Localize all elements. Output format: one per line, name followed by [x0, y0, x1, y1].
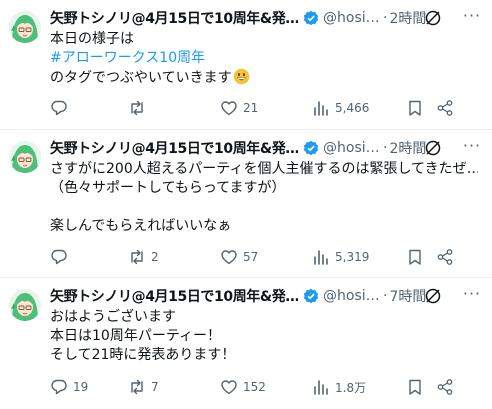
analytics-icon — [314, 380, 328, 395]
post-actions: 19 7 152 1.8万 — [50, 377, 482, 397]
post-separator: · — [383, 140, 388, 156]
grinning-face-emoji-icon — [233, 68, 250, 85]
bookmark-button[interactable] — [406, 377, 436, 397]
more-options-icon[interactable]: ··· — [462, 138, 482, 158]
post-header: 矢野トシノリ@4月15日で10周年&発… @hosi… · 2時間 ··· — [50, 7, 482, 29]
post-header: 矢野トシノリ@4月15日で10周年&発… @hosi… · 2時間 ··· — [50, 137, 482, 159]
views-button[interactable]: 5,319 — [312, 247, 402, 267]
verified-badge-icon — [303, 288, 319, 304]
bookmark-icon — [409, 379, 421, 395]
more-options-icon[interactable]: ··· — [462, 286, 482, 306]
heart-icon — [221, 101, 237, 116]
post-text-span: のタグでつぶやいていきます — [50, 70, 232, 86]
post-text-line: のタグでつぶやいていきます — [50, 68, 478, 87]
view-count: 5,319 — [335, 250, 370, 264]
reply-button[interactable]: 19 — [50, 377, 128, 397]
timeline-feed: 矢野トシノリ@4月15日で10周年&発… @hosi… · 2時間 ··· 本日… — [0, 0, 492, 409]
post-text: おはようございます 本日は10周年パーティー！ そして21時に発表あります！ — [50, 308, 478, 365]
bookmark-button[interactable] — [406, 247, 436, 267]
analytics-icon — [314, 250, 328, 265]
verified-badge-icon — [303, 140, 319, 156]
share-icon — [437, 249, 453, 265]
like-button[interactable]: 21 — [220, 98, 312, 118]
bookmark-button[interactable] — [406, 98, 436, 118]
heart-icon — [221, 380, 237, 395]
avatar[interactable] — [9, 289, 41, 321]
avatar[interactable] — [9, 141, 41, 173]
post-time[interactable]: 2時間 — [389, 138, 426, 158]
post-time[interactable]: 7時間 — [389, 286, 426, 306]
verified-badge-icon — [303, 10, 319, 26]
retweet-icon — [131, 100, 143, 116]
avatar[interactable] — [9, 11, 41, 43]
post-text-line — [50, 198, 478, 217]
post-header: 矢野トシノリ@4月15日で10周年&発… @hosi… · 7時間 ··· — [50, 285, 482, 307]
like-count: 21 — [243, 101, 259, 115]
view-count: 1.8万 — [335, 380, 367, 395]
reply-icon — [51, 379, 67, 395]
retweet-button[interactable]: 7 — [128, 377, 220, 397]
post[interactable]: 矢野トシノリ@4月15日で10周年&発… @hosi… · 2時間 ··· さす… — [0, 130, 492, 278]
share-button[interactable] — [436, 98, 454, 118]
author-name[interactable]: 矢野トシノリ@4月15日で10周年&発… — [50, 286, 298, 306]
share-icon — [437, 379, 453, 395]
reply-icon — [51, 249, 67, 265]
share-button[interactable] — [436, 377, 454, 397]
views-button[interactable]: 5,466 — [312, 98, 402, 118]
post[interactable]: 矢野トシノリ@4月15日で10周年&発… @hosi… · 2時間 ··· 本日… — [0, 0, 492, 130]
author-handle[interactable]: @hosi… — [323, 10, 381, 26]
author-name[interactable]: 矢野トシノリ@4月15日で10周年&発… — [50, 138, 298, 158]
post-text: さすがに200人超えるパーティを個人主催するのは緊張してきたぜ… （色々サポート… — [50, 160, 478, 236]
author-handle[interactable]: @hosi… — [323, 140, 381, 156]
like-button[interactable]: 152 — [220, 377, 312, 397]
view-count: 5,466 — [335, 101, 370, 115]
retweet-icon — [131, 379, 143, 395]
post-text-line: 本日の様子は — [50, 31, 134, 47]
post-time[interactable]: 2時間 — [389, 8, 426, 28]
post-actions: 2 57 5,319 — [50, 247, 482, 267]
retweet-count: 7 — [151, 380, 159, 394]
like-button[interactable]: 57 — [220, 247, 312, 267]
share-button[interactable] — [436, 247, 454, 267]
bookmark-icon — [409, 100, 421, 116]
reply-icon — [51, 100, 67, 116]
bookmark-icon — [409, 249, 421, 265]
post-separator: · — [383, 288, 388, 304]
post-text-line: そして21時に発表あります！ — [50, 347, 236, 363]
grok-icon[interactable] — [424, 287, 442, 305]
reply-count: 19 — [73, 380, 89, 394]
share-icon — [437, 100, 453, 116]
retweet-count: 2 — [151, 250, 159, 264]
post-text-line: 本日は10周年パーティー！ — [50, 328, 221, 344]
reply-button[interactable] — [50, 98, 128, 118]
post[interactable]: 矢野トシノリ@4月15日で10周年&発… @hosi… · 7時間 ··· おは… — [0, 278, 492, 409]
retweet-button[interactable]: 2 — [128, 247, 220, 267]
heart-icon — [221, 250, 237, 265]
author-name[interactable]: 矢野トシノリ@4月15日で10周年&発… — [50, 8, 298, 28]
post-text-line: さすがに200人超えるパーティを個人主催するのは緊張してきたぜ… — [50, 161, 478, 177]
post-separator: · — [383, 10, 388, 26]
retweet-button[interactable] — [128, 98, 220, 118]
analytics-icon — [314, 101, 328, 116]
like-count: 57 — [243, 250, 259, 264]
author-handle[interactable]: @hosi… — [323, 288, 381, 304]
post-text-line: おはようございます — [50, 309, 176, 325]
grok-icon[interactable] — [424, 9, 442, 27]
post-actions: 21 5,466 — [50, 98, 482, 118]
like-count: 152 — [243, 380, 266, 394]
hashtag-link[interactable]: #アローワークス10周年 — [50, 49, 478, 68]
reply-button[interactable] — [50, 247, 128, 267]
retweet-icon — [131, 249, 143, 265]
post-text-line: （色々サポートしてもらってますが） — [50, 180, 286, 196]
post-text-line: 楽しんでもらえればいいなぁ — [50, 218, 232, 234]
more-options-icon[interactable]: ··· — [462, 8, 482, 28]
post-text: 本日の様子は #アローワークス10周年 のタグでつぶやいていきます — [50, 30, 478, 87]
views-button[interactable]: 1.8万 — [312, 377, 402, 397]
grok-icon[interactable] — [424, 139, 442, 157]
